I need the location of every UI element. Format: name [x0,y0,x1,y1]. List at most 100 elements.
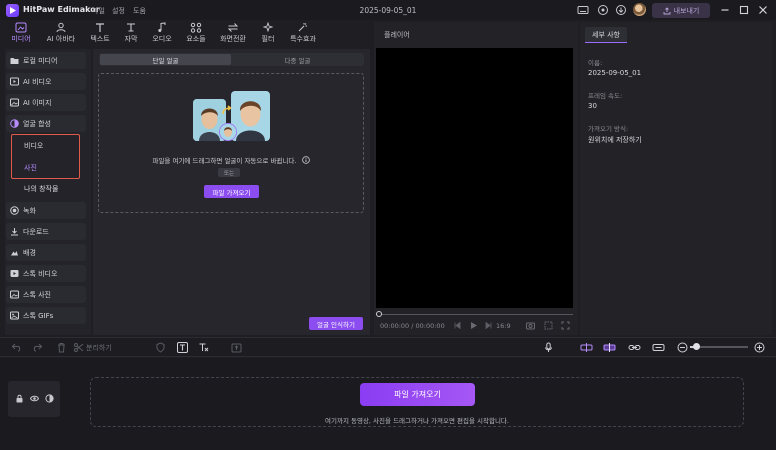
sidebar-item-label: AI 이미지 [23,98,52,107]
split-label[interactable]: 분리하기 [86,343,112,353]
settings-icon[interactable] [597,4,609,16]
recognize-face-button[interactable]: 얼굴 인식하기 [309,317,363,330]
text-strike-icon[interactable] [198,342,209,353]
sidebar-my-creations[interactable]: 나의 창작물 [24,184,58,194]
menu-file[interactable]: 파일 [92,6,105,16]
link-icon[interactable] [628,342,641,353]
text-box-icon[interactable] [177,342,188,353]
keyboard-icon[interactable] [577,4,589,16]
user-avatar[interactable] [633,3,646,16]
maximize-icon[interactable] [738,4,750,16]
export-frame-icon[interactable] [231,342,242,353]
timecode: 00:00:00 / 00:00:00 [380,322,445,330]
video-preview[interactable] [376,48,573,308]
sidebar-sub-photo[interactable]: 사진 [24,163,37,173]
multi-face-tab[interactable]: 다중 얼굴 [232,54,363,65]
sidebar-item-local-media[interactable]: 로컬 미디어 [6,52,86,69]
fullscreen-icon[interactable] [561,321,570,330]
microphone-icon[interactable] [543,342,554,353]
sidebar-sub-video[interactable]: 비디오 [24,141,43,151]
tab-transition[interactable]: 화면전환 [216,22,250,46]
playback-scrubber[interactable] [378,314,573,315]
sidebar-item-label: 스톡 비디오 [23,269,58,278]
elements-icon [190,22,202,33]
minimize-icon[interactable] [719,4,731,16]
sidebar-item-stock-gifs[interactable]: 스톡 GIFs [6,307,86,324]
details-tab[interactable]: 세부 사항 [585,27,627,43]
menu-settings[interactable]: 설정 [112,6,125,16]
download-circle-icon[interactable] [615,4,627,16]
sidebar-item-label: AI 비디오 [23,77,52,86]
magnet-track-icon[interactable] [603,342,616,353]
gif-icon [10,311,19,320]
sidebar-item-download[interactable]: 다운로드 [6,223,86,240]
tab-label: 오디오 [152,35,172,43]
background-icon [10,248,19,257]
tab-subtitle[interactable]: 자막 [114,22,148,46]
avatar-icon [55,22,67,33]
timeline-hint: 여기까지 동영상, 사진을 드래그하거나 가져오면 편집을 시작합니다. [325,417,509,425]
info-icon[interactable] [301,156,310,164]
audio-icon [156,22,168,33]
transition-icon [227,22,239,33]
zoom-in-icon[interactable] [754,342,765,353]
play-icon[interactable] [469,321,478,330]
tab-elements[interactable]: 요소들 [179,22,213,46]
track-audio-icon[interactable] [45,394,54,403]
import-method-label: 가져오기 방식: [588,125,629,133]
shield-icon[interactable] [155,342,166,353]
stock-video-icon [10,269,19,278]
tab-label: 요소들 [186,35,206,43]
tab-text[interactable]: 텍스트 [83,22,117,46]
sidebar-item-ai-image[interactable]: AI 이미지 [6,94,86,111]
delete-icon[interactable] [56,342,67,353]
sidebar-item-ai-video[interactable]: AI 비디오 [6,73,86,90]
export-icon [663,6,671,14]
tab-effects[interactable]: 특수효과 [286,22,320,46]
track-visibility-icon[interactable] [30,394,39,403]
sidebar-item-stock-video[interactable]: 스톡 비디오 [6,265,86,282]
split-icon[interactable] [73,342,84,353]
sidebar-item-record[interactable]: 녹화 [6,202,86,219]
menu-help[interactable]: 도움 [133,6,146,16]
redo-icon[interactable] [32,342,43,353]
snapshot-icon[interactable] [526,321,535,330]
ai-image-icon [10,98,19,107]
sidebar-item-face-swap[interactable]: 얼굴 합성 [6,115,86,132]
effects-icon [297,22,309,33]
next-frame-icon[interactable] [484,321,493,330]
import-file-button[interactable]: 파일 가져오기 [204,185,259,198]
sidebar-item-label: 스톡 GIFs [23,311,54,320]
sidebar-item-label: 얼굴 합성 [23,119,51,128]
frame-rate-label: 프레임 속도: [588,92,623,100]
tab-audio[interactable]: 오디오 [145,22,179,46]
sidebar-item-label: 다운로드 [23,227,49,236]
export-button[interactable]: 내보내기 [652,3,710,18]
media-icon [15,22,27,33]
tab-label: 미디어 [11,35,31,43]
ai-video-icon [10,77,19,86]
close-icon[interactable] [757,4,769,16]
single-face-tab[interactable]: 단일 얼굴 [100,54,231,65]
timeline-import-button[interactable]: 파일 가져오기 [360,383,475,406]
tab-filter[interactable]: 필터 [251,22,285,46]
undo-icon[interactable] [11,342,22,353]
prev-frame-icon[interactable] [453,321,462,330]
zoom-slider-handle[interactable] [693,343,700,350]
sidebar-item-background[interactable]: 배경 [6,244,86,261]
track-lock-icon[interactable] [15,394,24,403]
swapped-face-thumbnail [219,123,237,141]
aspect-ratio-select[interactable]: 16:9 [496,322,511,330]
tab-label: 특수효과 [290,35,316,43]
zoom-out-icon[interactable] [677,342,688,353]
scrubber-handle[interactable] [376,311,382,317]
fit-timeline-icon[interactable] [652,342,665,353]
import-method-value: 원위치에 저장하기 [588,136,642,144]
tab-ai-avatar[interactable]: AI 아바타 [44,22,78,46]
sidebar-item-stock-photo[interactable]: 스톡 사진 [6,286,86,303]
app-name: HitPaw Edimakor [23,5,100,14]
tab-media[interactable]: 미디어 [4,22,38,46]
crop-icon[interactable] [544,321,553,330]
snap-icon[interactable] [580,342,593,353]
sidebar-item-label: 녹화 [23,206,36,215]
